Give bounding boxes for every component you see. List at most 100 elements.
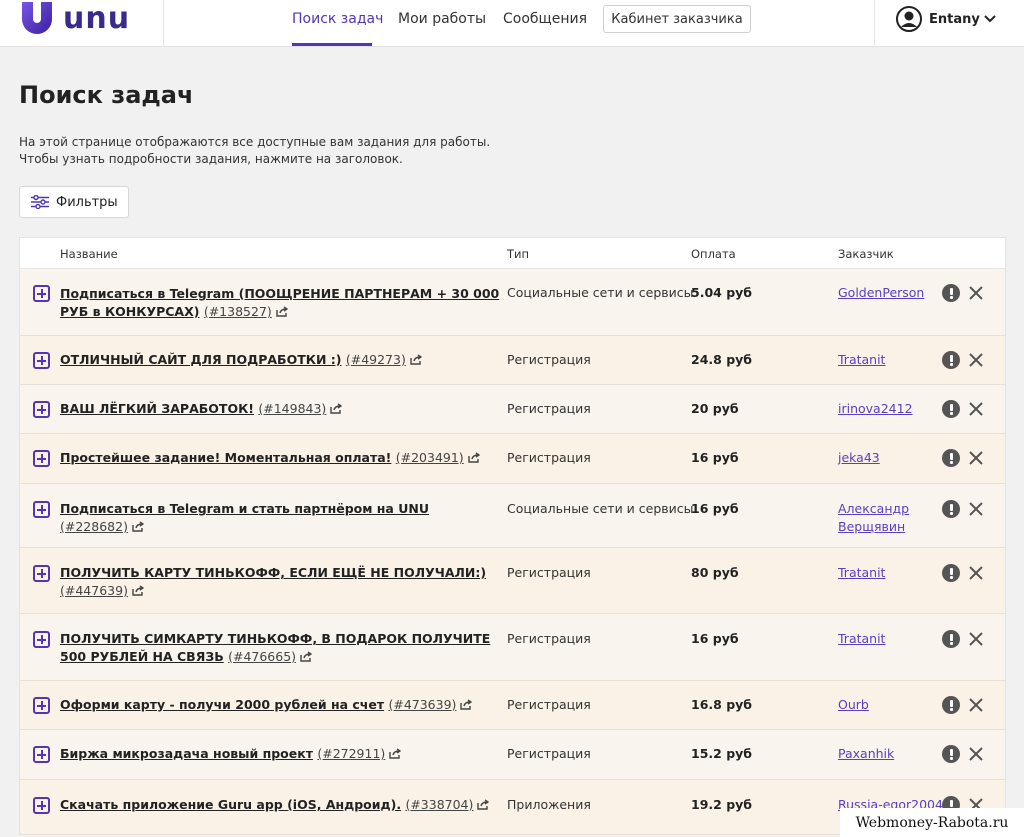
nav-messages[interactable]: Сообщения <box>503 11 587 27</box>
external-link-icon[interactable] <box>467 452 480 463</box>
task-payment: 15.2 руб <box>691 746 753 761</box>
customer-link[interactable]: Tratanit <box>838 564 943 582</box>
task-payment: 80 руб <box>691 565 739 580</box>
external-link-icon[interactable] <box>460 699 473 710</box>
customer-link[interactable]: jeka43 <box>838 449 943 467</box>
expand-plus-icon[interactable] <box>33 631 50 648</box>
intro-line: Чтобы узнать подробности задания, нажмит… <box>19 152 403 166</box>
task-id[interactable]: (#228682) <box>60 519 128 534</box>
close-icon[interactable] <box>968 501 984 517</box>
task-type: Регистрация <box>507 746 591 761</box>
customer-cabinet-button[interactable]: Кабинет заказчика <box>603 5 751 33</box>
report-icon[interactable] <box>942 745 960 763</box>
report-icon[interactable] <box>942 630 960 648</box>
task-id[interactable]: (#447639) <box>60 583 128 598</box>
report-icon[interactable] <box>942 500 960 518</box>
divider <box>163 0 164 47</box>
expand-plus-icon[interactable] <box>33 285 50 302</box>
task-payment: 24.8 руб <box>691 352 753 367</box>
close-icon[interactable] <box>968 746 984 762</box>
task-name: Простейшее задание! Моментальная оплата!… <box>60 449 500 467</box>
task-title-link[interactable]: Оформи карту - получи 2000 рублей на сче… <box>60 697 384 712</box>
expand-plus-icon[interactable] <box>33 450 50 467</box>
table-row: Простейшее задание! Моментальная оплата!… <box>20 434 1005 484</box>
report-icon[interactable] <box>942 564 960 582</box>
table-row: Оформи карту - получи 2000 рублей на сче… <box>20 681 1005 730</box>
column-header-customer: Заказчик <box>838 247 894 261</box>
task-id[interactable]: (#203491) <box>396 450 464 465</box>
task-name: ВАШ ЛЁГКИЙ ЗАРАБОТОК! (#149843) <box>60 400 500 418</box>
close-icon[interactable] <box>968 401 984 417</box>
expand-plus-icon[interactable] <box>33 746 50 763</box>
external-link-icon[interactable] <box>276 306 288 317</box>
report-icon[interactable] <box>942 284 960 302</box>
task-id[interactable]: (#49273) <box>346 352 406 367</box>
task-type: Регистрация <box>507 697 591 712</box>
expand-plus-icon[interactable] <box>33 501 50 518</box>
task-title-link[interactable]: ВАШ ЛЁГКИЙ ЗАРАБОТОК! <box>60 401 254 416</box>
close-icon[interactable] <box>968 450 984 466</box>
table-row: Биржа микрозадача новый проект (#272911)… <box>20 730 1005 780</box>
close-icon[interactable] <box>968 565 984 581</box>
customer-link[interactable]: Александр Верщявин <box>838 500 943 536</box>
external-link-icon[interactable] <box>410 354 422 365</box>
task-name: Биржа микрозадача новый проект (#272911) <box>60 745 500 763</box>
customer-link[interactable]: Ourb <box>838 696 943 714</box>
external-link-icon[interactable] <box>330 403 343 414</box>
task-title-link[interactable]: Подписаться в Telegram и стать партнёром… <box>60 501 429 516</box>
close-icon[interactable] <box>968 352 984 368</box>
close-icon[interactable] <box>968 697 984 713</box>
customer-link[interactable]: Tratanit <box>838 351 943 369</box>
table-row: Подписаться в Telegram (ПООЩРЕНИЕ ПАРТНЕ… <box>20 269 1005 336</box>
customer-link[interactable]: Paxanhik <box>838 745 943 763</box>
filters-button[interactable]: Фильтры <box>19 186 129 218</box>
user-menu[interactable]: Entany <box>896 6 996 32</box>
task-title-link[interactable]: Биржа микрозадача новый проект <box>60 746 313 761</box>
task-name: Оформи карту - получи 2000 рублей на сче… <box>60 696 500 714</box>
task-type: Регистрация <box>507 352 591 367</box>
report-icon[interactable] <box>942 351 960 369</box>
report-icon[interactable] <box>942 696 960 714</box>
customer-link[interactable]: Tratanit <box>838 630 943 648</box>
external-link-icon[interactable] <box>477 799 490 810</box>
table-row: Подписаться в Telegram и стать партнёром… <box>20 484 1005 548</box>
customer-link[interactable]: GoldenPerson <box>838 284 943 302</box>
customer-link[interactable]: irinova2412 <box>838 400 943 418</box>
close-icon[interactable] <box>968 631 984 647</box>
column-header-type: Тип <box>507 247 530 261</box>
filters-label: Фильтры <box>56 194 118 210</box>
task-id[interactable]: (#138527) <box>204 304 272 319</box>
external-link-icon[interactable] <box>132 585 144 596</box>
task-id[interactable]: (#473639) <box>388 697 456 712</box>
expand-plus-icon[interactable] <box>33 697 50 714</box>
expand-plus-icon[interactable] <box>33 352 50 369</box>
task-id[interactable]: (#476665) <box>228 649 296 664</box>
task-title-link[interactable]: ОТЛИЧНЫЙ САЙТ ДЛЯ ПОДРАБОТКИ :) <box>60 352 341 367</box>
task-payment: 16 руб <box>691 450 739 465</box>
close-icon[interactable] <box>968 285 984 301</box>
sliders-icon <box>31 195 49 209</box>
external-link-icon[interactable] <box>300 651 313 662</box>
intro-line: На этой странице отображаются все доступ… <box>19 135 491 149</box>
nav-my-works[interactable]: Мои работы <box>398 11 486 27</box>
task-title-link[interactable]: Простейшее задание! Моментальная оплата! <box>60 450 391 465</box>
report-icon[interactable] <box>942 449 960 467</box>
task-id[interactable]: (#149843) <box>258 401 326 416</box>
nav-task-search[interactable]: Поиск задач <box>292 11 383 27</box>
task-id[interactable]: (#338704) <box>405 797 473 812</box>
task-name: Подписаться в Telegram и стать партнёром… <box>60 500 500 536</box>
external-link-icon[interactable] <box>132 521 144 532</box>
tasks-table: Название Тип Оплата Заказчик Подписаться… <box>19 237 1006 835</box>
table-row: ПОЛУЧИТЬ СИМКАРТУ ТИНЬКОФФ, В ПОДАРОК ПО… <box>20 614 1005 681</box>
external-link-icon[interactable] <box>389 748 402 759</box>
task-title-link[interactable]: ПОЛУЧИТЬ КАРТУ ТИНЬКОФФ, ЕСЛИ ЕЩЁ НЕ ПОЛ… <box>60 565 486 580</box>
top-navbar: UNU Поиск задач Мои работы Сообщения Каб… <box>0 0 1024 47</box>
logo[interactable]: UNU <box>20 1 130 37</box>
expand-plus-icon[interactable] <box>33 401 50 418</box>
report-icon[interactable] <box>942 400 960 418</box>
expand-plus-icon[interactable] <box>33 797 50 814</box>
expand-plus-icon[interactable] <box>33 565 50 582</box>
task-id[interactable]: (#272911) <box>317 746 385 761</box>
task-title-link[interactable]: Скачать приложение Guru app (iOS, Андрои… <box>60 797 401 812</box>
column-header-name: Название <box>60 247 118 261</box>
